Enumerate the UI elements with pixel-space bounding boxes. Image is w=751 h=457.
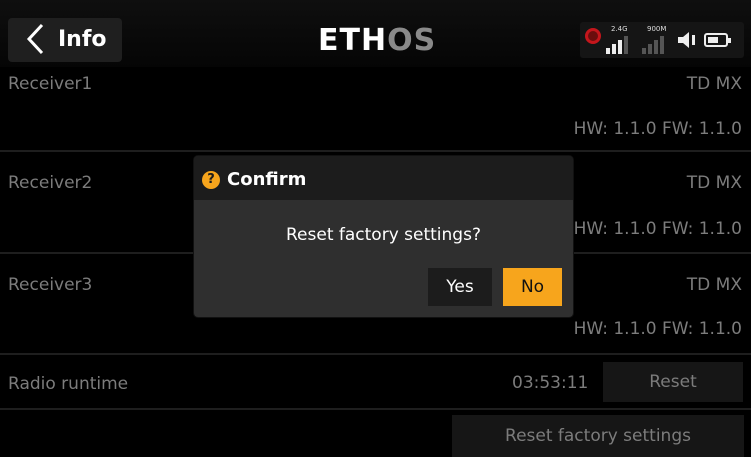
receiver1-version: HW: 1.1.0 FW: 1.1.0 — [573, 119, 742, 139]
back-chevron-icon — [26, 23, 44, 55]
back-button[interactable]: Info — [8, 18, 122, 62]
receiver1-model: TD MX — [686, 74, 742, 94]
divider — [0, 150, 751, 152]
signal-label-900m: 900M — [647, 25, 667, 33]
reset-factory-button[interactable]: Reset factory settings — [452, 415, 744, 457]
receiver1-label: Receiver1 — [8, 74, 93, 94]
header-bar: Info ETHOS 2.4G 900M — [0, 0, 751, 67]
reset-runtime-button[interactable]: Reset — [603, 362, 743, 402]
ethos-logo: ETHOS — [318, 23, 437, 58]
signal-label-24g: 2.4G — [611, 25, 628, 33]
receiver3-model: TD MX — [686, 275, 742, 295]
receiver2-version: HW: 1.1.0 FW: 1.1.0 — [573, 219, 742, 239]
runtime-label: Radio runtime — [8, 374, 129, 394]
record-icon — [585, 28, 601, 44]
divider — [0, 408, 751, 410]
speaker-icon — [678, 32, 695, 48]
no-button[interactable]: No — [503, 268, 562, 306]
receiver3-label: Receiver3 — [8, 275, 93, 295]
receiver2-label: Receiver2 — [8, 173, 93, 193]
dialog-message: Reset factory settings? — [286, 225, 481, 245]
receiver2-model: TD MX — [686, 173, 742, 193]
receiver3-version: HW: 1.1.0 FW: 1.1.0 — [573, 319, 742, 339]
divider — [0, 353, 751, 355]
screen: Info ETHOS 2.4G 900M Receiver1 TD MX HW:… — [0, 0, 751, 457]
battery-icon — [704, 33, 731, 47]
dialog-header: ? Confirm — [194, 156, 573, 200]
runtime-value: 03:53:11 — [512, 373, 589, 393]
dialog-title: Confirm — [227, 169, 307, 190]
page-title: Info — [58, 27, 107, 52]
confirm-dialog: ? Confirm Reset factory settings? Yes No — [194, 156, 573, 317]
status-area: 2.4G 900M — [580, 22, 744, 58]
question-icon: ? — [202, 171, 220, 189]
yes-button[interactable]: Yes — [428, 268, 492, 306]
signal-bars-icon — [642, 34, 670, 54]
signal-bars-icon — [606, 34, 630, 54]
